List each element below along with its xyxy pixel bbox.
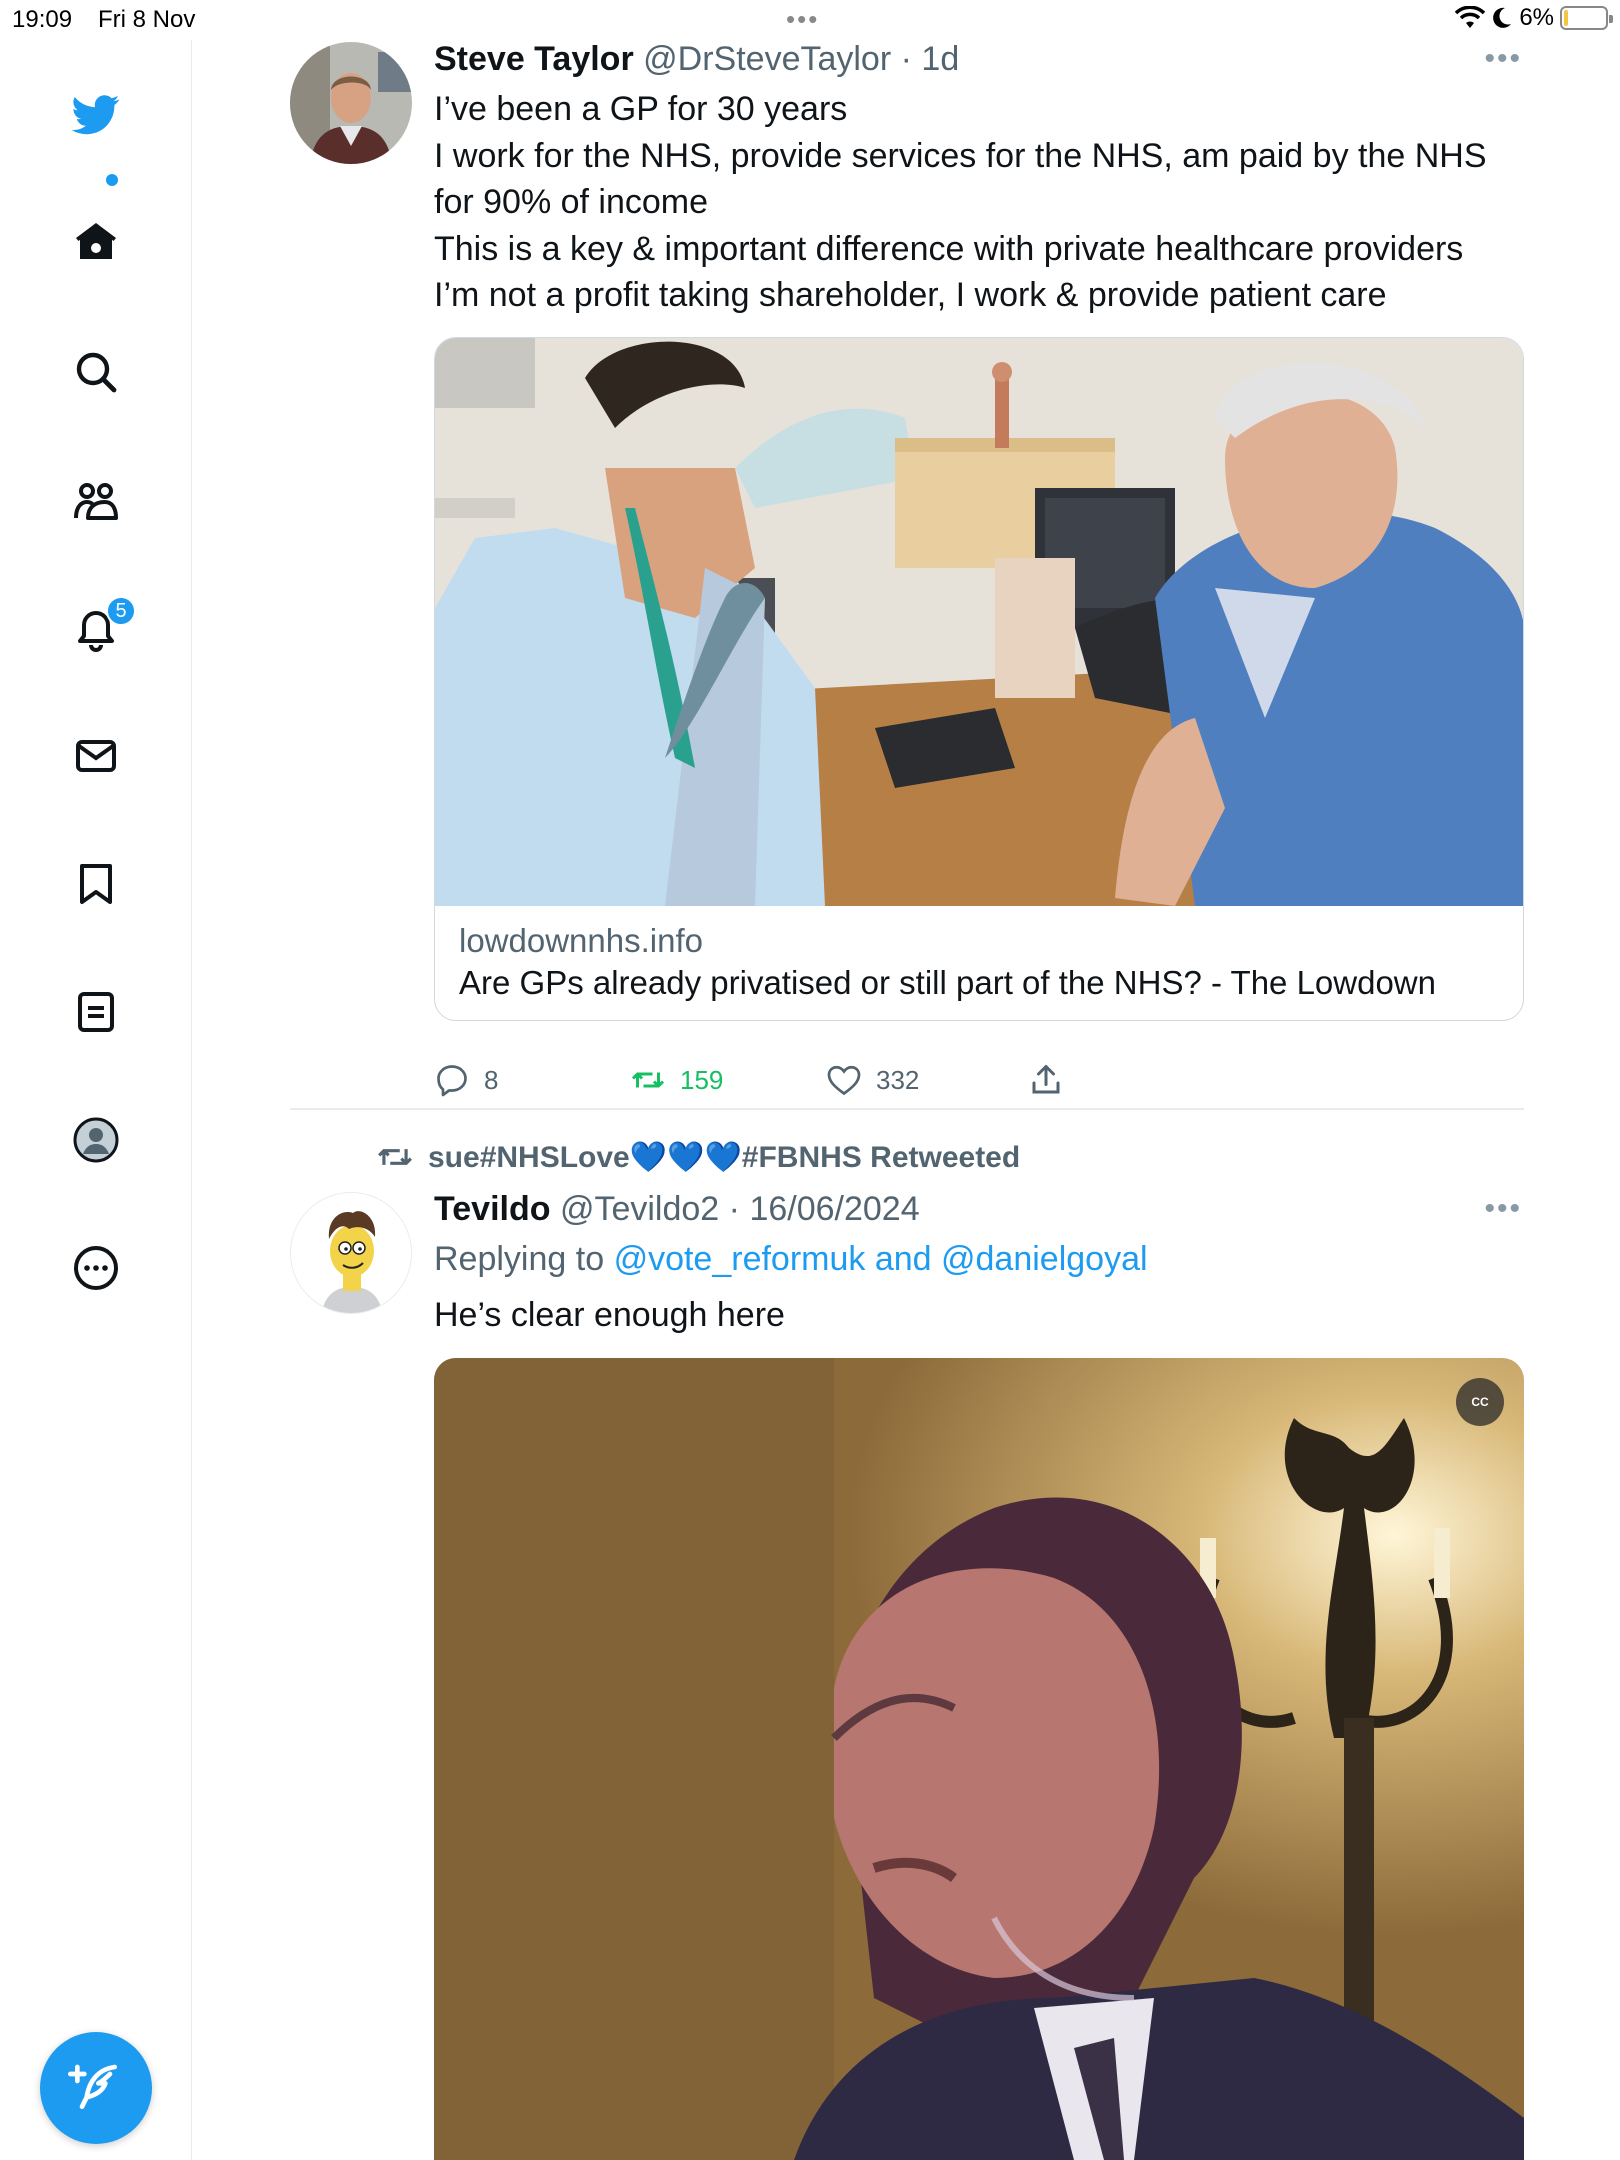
avatar[interactable] (290, 42, 412, 164)
avatar[interactable] (290, 1192, 412, 1314)
lists-icon[interactable] (70, 986, 122, 1038)
tweet-divider (290, 1108, 1524, 1110)
like-count: 332 (876, 1064, 920, 1095)
separator: · (728, 1190, 740, 1228)
card-domain: lowdownnhs.info (459, 922, 703, 959)
sidebar: 5 (0, 40, 192, 2160)
share-button[interactable] (1028, 1062, 1064, 1098)
link-card[interactable]: lowdownnhs.info Are GPs already privatis… (434, 337, 1524, 1021)
twitter-bird-icon[interactable] (70, 88, 122, 140)
status-right: 6% (1455, 4, 1613, 32)
tweet-line: I’ve been a GP for 30 years (434, 90, 848, 128)
profile-icon[interactable] (70, 1114, 122, 1166)
replying-to: Replying to @vote_reformuk and @danielgo… (434, 1240, 1148, 1279)
tweet-text: He’s clear enough here (434, 1296, 785, 1334)
share-icon (1032, 1065, 1060, 1094)
battery-percent: 6% (1519, 4, 1554, 31)
author-handle[interactable]: @Tevildo2 (560, 1190, 719, 1228)
search-icon[interactable] (70, 346, 122, 398)
tweet-time[interactable]: 16/06/2024 (749, 1190, 919, 1228)
notification-badge: 5 (106, 596, 136, 626)
replying-to-links[interactable]: @vote_reformuk and @danielgoyal (614, 1240, 1148, 1278)
reply-button[interactable]: 8 (434, 1062, 498, 1098)
reply-icon (437, 1065, 467, 1097)
heart-icon (827, 1065, 861, 1096)
more-icon[interactable] (70, 1242, 122, 1294)
tweet-text: I’ve been a GP for 30 years I work for t… (434, 86, 1524, 319)
card-meta: lowdownnhs.info Are GPs already privatis… (435, 906, 1523, 1002)
tweet-header: Tevildo @Tevildo2 · 16/06/2024 (434, 1190, 920, 1229)
video-frame (434, 1358, 1524, 2160)
status-time: 19:09 (12, 6, 73, 33)
tweet-time[interactable]: 1d (921, 40, 959, 78)
tweet-header: Steve Taylor @DrSteveTaylor · 1d (434, 40, 959, 79)
tweet-line: I’m not a profit taking shareholder, I w… (434, 276, 1387, 314)
status-bar: 19:09 Fri 8 Nov ••• 6% (0, 0, 1620, 40)
retweet-icon (631, 1072, 665, 1088)
separator: · (900, 40, 912, 78)
home-unread-dot (106, 174, 118, 186)
status-date: Fri 8 Nov (98, 6, 196, 33)
compose-icon[interactable] (40, 2032, 152, 2144)
retweet-icon (378, 1149, 412, 1165)
battery-icon (1560, 6, 1613, 30)
more-options-icon[interactable]: ••• (1484, 42, 1522, 76)
more-options-icon[interactable]: ••• (1484, 1192, 1522, 1226)
closed-captions-icon[interactable]: CC (1456, 1378, 1504, 1426)
retweet-button[interactable]: 159 (630, 1062, 723, 1098)
moon-icon (1493, 7, 1512, 28)
retweeted-by[interactable]: sue#NHSLove💙💙💙#FBNHS Retweeted (376, 1138, 1020, 1176)
author-name[interactable]: Tevildo (434, 1190, 551, 1228)
like-button[interactable]: 332 (826, 1062, 919, 1098)
author-handle[interactable]: @DrSteveTaylor (643, 40, 891, 78)
bookmark-icon[interactable] (70, 858, 122, 910)
author-name[interactable]: Steve Taylor (434, 40, 634, 78)
communities-icon[interactable] (70, 476, 122, 528)
mail-icon[interactable] (70, 730, 122, 782)
tweet-line: I work for the NHS, provide services for… (434, 136, 1487, 175)
wifi-icon (1455, 6, 1486, 28)
home-icon[interactable] (70, 216, 122, 268)
tweet[interactable]: Steve Taylor @DrSteveTaylor · 1d ••• I’v… (290, 40, 1524, 1110)
replying-prefix: Replying to (434, 1240, 605, 1278)
tweet-actions: 8 159 332 (434, 1062, 1134, 1106)
tweet-line: for 90% of income (434, 183, 709, 221)
retweet-count: 159 (680, 1064, 724, 1095)
multitasking-dots-icon[interactable]: ••• (786, 4, 819, 35)
retweeted-by-label: sue#NHSLove💙💙💙#FBNHS Retweeted (428, 1140, 1021, 1174)
reply-count: 8 (484, 1064, 499, 1095)
card-image (435, 338, 1523, 906)
video-player[interactable]: CC (434, 1358, 1524, 2160)
tweet-line: This is a key & important difference wit… (434, 229, 1464, 268)
tweet[interactable]: Tevildo @Tevildo2 · 16/06/2024 ••• Reply… (290, 1190, 1524, 2160)
card-title: Are GPs already privatised or still part… (459, 964, 1436, 1001)
